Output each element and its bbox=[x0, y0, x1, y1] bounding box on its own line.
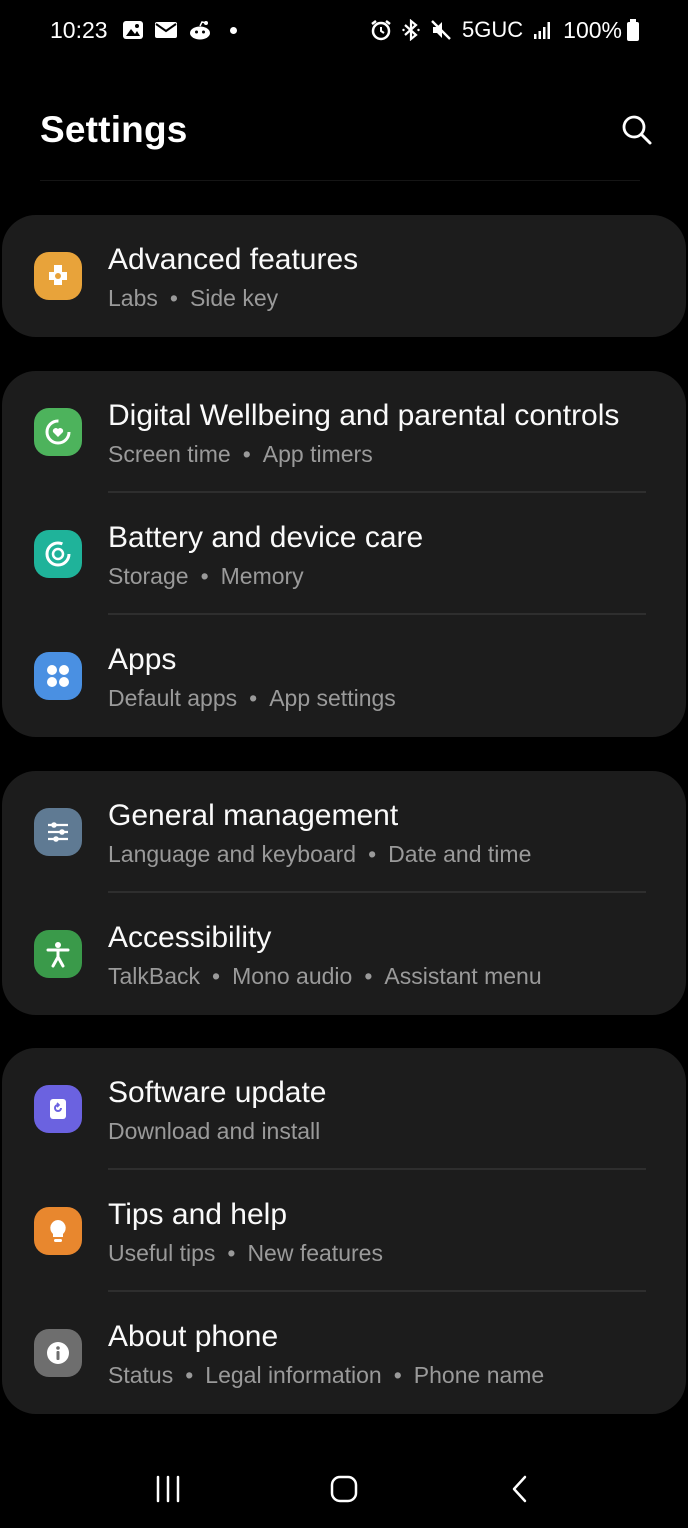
menu-item-general-management[interactable]: General management Language and keyboard… bbox=[2, 771, 686, 893]
menu-item-title: Battery and device care bbox=[108, 521, 424, 554]
bluetooth-icon bbox=[402, 19, 420, 41]
menu-item-subtitle: Labs • Side key bbox=[108, 285, 279, 311]
battery-icon bbox=[626, 19, 640, 41]
menu-item-title: Apps bbox=[108, 643, 177, 676]
menu-item-subtitle: Screen time • App timers bbox=[108, 441, 373, 467]
alarm-icon bbox=[370, 19, 392, 41]
menu-item-digital-wellbeing[interactable]: Digital Wellbeing and parental controls … bbox=[2, 371, 686, 493]
network-label: 5GUC bbox=[462, 17, 524, 42]
menu-item-about-phone[interactable]: About phone Status • Legal information • Pho… bbox=[2, 1292, 686, 1414]
mute-icon bbox=[430, 19, 452, 41]
header-divider bbox=[40, 180, 640, 181]
sliders-icon bbox=[34, 808, 82, 856]
clock: 10:23 bbox=[50, 16, 108, 43]
menu-item-title: Digital Wellbeing and parental controls bbox=[108, 399, 620, 432]
menu-item-subtitle: Default apps • App settings bbox=[108, 685, 396, 711]
puzzle-icon bbox=[34, 252, 82, 300]
menu-item-advanced-features[interactable]: Advanced features Labs • Side key bbox=[2, 215, 686, 337]
accessibility-icon bbox=[34, 930, 82, 978]
menu-item-title: Software update bbox=[108, 1076, 327, 1109]
menu-item-accessibility[interactable]: Accessibility TalkBack • Mono audio • Assist… bbox=[2, 893, 686, 1015]
menu-item-battery-device-care[interactable]: Battery and device care Storage • Memory bbox=[2, 493, 686, 615]
home-icon[interactable] bbox=[314, 1459, 374, 1519]
back-icon[interactable] bbox=[490, 1459, 550, 1519]
reddit-icon bbox=[188, 20, 212, 40]
menu-item-subtitle: Language and keyboard • Date and time bbox=[108, 841, 532, 867]
settings-group-4: Software update Download and install Tip… bbox=[2, 1048, 686, 1414]
device-care-icon bbox=[34, 530, 82, 578]
recents-icon[interactable] bbox=[138, 1459, 198, 1519]
menu-item-title: About phone bbox=[108, 1320, 279, 1353]
menu-item-title: General management bbox=[108, 799, 399, 832]
update-icon bbox=[34, 1085, 82, 1133]
menu-item-subtitle: Download and install bbox=[108, 1118, 321, 1144]
menu-item-title: Tips and help bbox=[108, 1198, 288, 1231]
notification-dot bbox=[229, 26, 237, 34]
battery-label: 100% bbox=[563, 16, 622, 43]
gallery-icon bbox=[122, 20, 144, 40]
menu-item-subtitle: Storage • Memory bbox=[108, 563, 304, 589]
menu-item-title: Advanced features bbox=[108, 243, 359, 276]
status-bar: 10:23 5GUC 100% bbox=[0, 0, 688, 60]
settings-group-1: Advanced features Labs • Side key bbox=[2, 215, 686, 337]
mail-icon bbox=[154, 21, 178, 39]
page-title: Settings bbox=[40, 109, 188, 150]
info-icon bbox=[34, 1329, 82, 1377]
menu-item-apps[interactable]: Apps Default apps • App settings bbox=[2, 615, 686, 737]
page-header: Settings bbox=[40, 105, 655, 155]
menu-item-title: Accessibility bbox=[108, 921, 272, 954]
lightbulb-icon bbox=[34, 1207, 82, 1255]
search-icon[interactable] bbox=[619, 112, 655, 148]
menu-item-subtitle: Status • Legal information • Phone name bbox=[108, 1362, 545, 1388]
signal-icon bbox=[533, 20, 553, 40]
menu-item-tips-and-help[interactable]: Tips and help Useful tips • New features bbox=[2, 1170, 686, 1292]
settings-group-3: General management Language and keyboard… bbox=[2, 771, 686, 1015]
menu-item-software-update[interactable]: Software update Download and install bbox=[2, 1048, 686, 1170]
wellbeing-icon bbox=[34, 408, 82, 456]
navigation-bar bbox=[0, 1450, 688, 1528]
menu-item-subtitle: Useful tips • New features bbox=[108, 1240, 383, 1266]
apps-icon bbox=[34, 652, 82, 700]
menu-item-subtitle: TalkBack • Mono audio • Assistant menu bbox=[108, 963, 542, 989]
settings-group-2: Digital Wellbeing and parental controls … bbox=[2, 371, 686, 737]
